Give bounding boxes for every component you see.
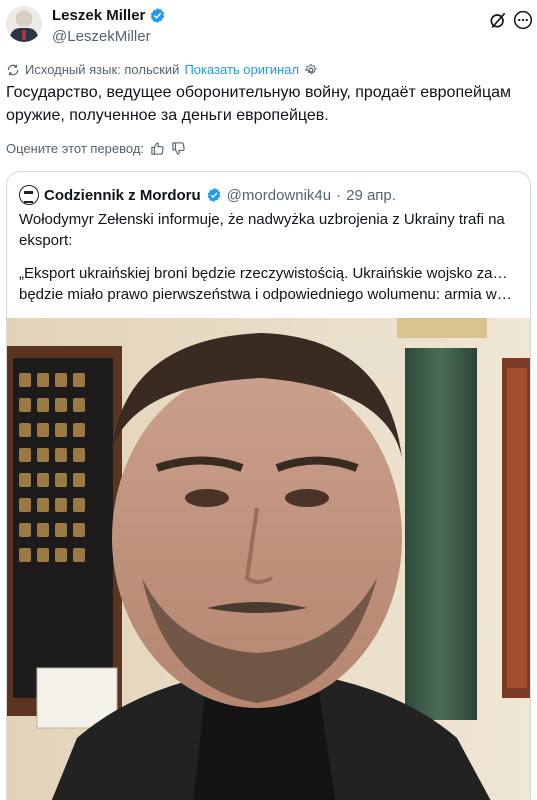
avatar-tie xyxy=(22,30,26,40)
thumbs-up-icon[interactable] xyxy=(150,141,165,156)
tweet-text: Государство, ведущее оборонительную войн… xyxy=(6,84,512,124)
show-original-link[interactable]: Показать оригинал xyxy=(184,62,299,77)
translate-icon xyxy=(7,64,19,75)
avatar[interactable] xyxy=(6,6,42,42)
verified-badge-icon xyxy=(207,188,220,202)
author-handle[interactable]: @LeszekMiller xyxy=(52,28,151,45)
quoted-post[interactable]: Codziennik z Mordoru @mordownik4u · 29 а… xyxy=(6,171,531,800)
more-icon[interactable] xyxy=(513,10,533,30)
video-frame-image xyxy=(7,318,530,800)
author-name-row: Leszek Miller xyxy=(52,7,166,24)
quoted-post-header: Codziennik z Mordoru @mordownik4u · 29 а… xyxy=(19,185,396,205)
rate-translation-label: Оцените этот перевод: xyxy=(6,141,145,156)
quoted-post-media[interactable] xyxy=(7,318,530,800)
translation-info: Исходный язык: польский Показать оригина… xyxy=(6,62,318,77)
meta-separator: · xyxy=(336,186,342,204)
thumbs-down-icon[interactable] xyxy=(171,141,186,156)
quoted-author-name[interactable]: Codziennik z Mordoru xyxy=(44,187,201,204)
verified-badge-icon xyxy=(151,8,165,23)
quoted-post-date[interactable]: 29 апр. xyxy=(346,187,396,204)
quoted-paragraph-1: Wołodymyr Zełenski informuje, że nadwyżk… xyxy=(19,211,505,249)
quoted-paragraph-2-line-2: będzie miało prawo pierwszeństwa i odpow… xyxy=(19,286,517,303)
quoted-author-handle[interactable]: @mordownik4u xyxy=(227,187,331,204)
source-language-text: Исходный язык: польский xyxy=(25,62,180,77)
post-header: Leszek Miller @LeszekMiller xyxy=(0,0,537,50)
quoted-post-text: Wołodymyr Zełenski informuje, że nadwyżk… xyxy=(19,209,519,305)
gear-icon[interactable] xyxy=(304,63,318,77)
quoted-author-avatar[interactable] xyxy=(19,185,39,205)
grok-icon[interactable] xyxy=(488,10,508,30)
rate-translation: Оцените этот перевод: xyxy=(6,141,186,156)
quoted-paragraph-2-line-1: „Eksport ukraińskiej broni będzie rzeczy… xyxy=(19,265,517,282)
author-name[interactable]: Leszek Miller xyxy=(52,7,145,24)
